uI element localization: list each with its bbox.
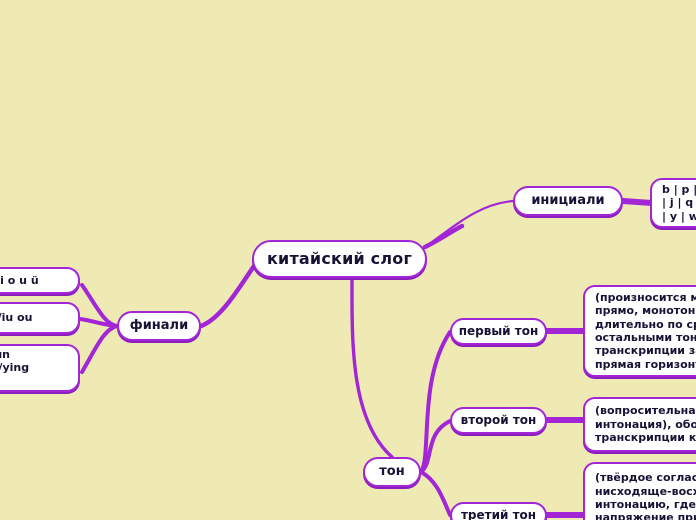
root-node-chinese-syllable[interactable]: китайский слог — [252, 240, 427, 278]
branch-node-initials[interactable]: инициали — [513, 186, 623, 216]
edge-initials-to-list — [620, 198, 655, 206]
tone-node-first-label: первый тон — [458, 324, 539, 339]
detail-node-finals-compound-label: o ie iou/iu ou — [0, 311, 33, 325]
edge-root-to-initials-thick — [422, 223, 465, 250]
edge-root-to-tone — [350, 276, 394, 459]
edge-finals-to-simple — [80, 283, 119, 328]
tone-node-second[interactable]: второй тон — [450, 407, 547, 434]
edge-finals-to-nasal — [80, 324, 119, 374]
tone-description-first-label: (произносится макс прямо, монотонно и дл… — [595, 290, 696, 371]
branch-node-finals[interactable]: финали — [117, 311, 201, 341]
edge-tone-to-tone2 — [419, 419, 452, 474]
branch-node-finals-label: финали — [129, 318, 189, 334]
tone-description-second[interactable]: (вопросительная, во интонация), обознач … — [583, 397, 696, 452]
tone-node-third-label: третий тон — [460, 508, 537, 520]
edge-tone-to-tone3 — [419, 470, 452, 517]
detail-node-initials-list[interactable]: b | p | | j | q | y | w — [650, 178, 696, 228]
edge-root-to-initials — [423, 199, 515, 249]
tone-node-first[interactable]: первый тон — [450, 318, 547, 345]
detail-node-finals-simple-label: ые: a e i o u ü — [0, 273, 39, 287]
edge-tone-to-tone1 — [419, 330, 452, 474]
root-node-label: китайский слог — [266, 249, 413, 269]
tone-node-third[interactable]: третий тон — [450, 502, 547, 520]
detail-node-finals-nasal-label: in uan un ang ing/ying yang — [0, 347, 30, 375]
edge-finals-to-compound — [78, 317, 119, 328]
tone-node-second-label: второй тон — [460, 413, 537, 428]
tone-description-third[interactable]: (твёрдое согласие, и нисходяще-восходя и… — [583, 462, 696, 520]
mindmap-canvas[interactable]: китайский слог инициали b | p | | j | q … — [0, 0, 696, 520]
edge-root-to-finals — [198, 263, 257, 329]
tone-description-first[interactable]: (произносится макс прямо, монотонно и дл… — [583, 285, 696, 377]
detail-node-finals-simple[interactable]: ые: a e i o u ü — [0, 267, 80, 294]
branch-node-initials-label: инициали — [531, 193, 605, 209]
branch-node-tone[interactable]: тон — [363, 457, 421, 487]
detail-node-finals-nasal[interactable]: in uan un ang ing/ying yang — [0, 344, 80, 392]
detail-node-finals-compound[interactable]: o ie iou/iu ou — [0, 302, 80, 334]
tone-description-second-label: (вопросительная, во интонация), обознач … — [595, 404, 696, 445]
detail-node-initials-list-label: b | p | | j | q | y | w — [662, 182, 696, 223]
tone-description-third-label: (твёрдое согласие, и нисходяще-восходя и… — [595, 471, 696, 520]
branch-node-tone-label: тон — [379, 464, 405, 480]
